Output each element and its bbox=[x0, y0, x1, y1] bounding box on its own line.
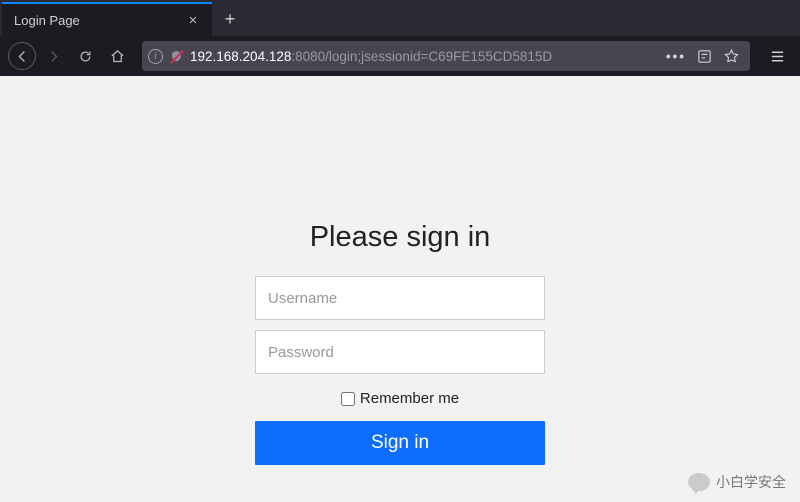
login-form: Please sign in Remember me Sign in bbox=[255, 221, 545, 502]
reload-button[interactable] bbox=[70, 41, 100, 71]
remember-me-row[interactable]: Remember me bbox=[255, 390, 545, 407]
page-content: Please sign in Remember me Sign in 小白学安全 bbox=[0, 76, 800, 502]
tab-bar: Login Page × + bbox=[0, 0, 800, 36]
username-input[interactable] bbox=[255, 276, 545, 320]
tracking-protection-icon[interactable] bbox=[169, 49, 184, 64]
page-actions-icon[interactable]: ••• bbox=[666, 49, 686, 64]
back-button[interactable] bbox=[8, 42, 36, 70]
url-path: :8080/login;jsessionid=C69FE155CD5815D bbox=[291, 49, 552, 64]
form-heading: Please sign in bbox=[255, 221, 545, 254]
forward-button[interactable] bbox=[38, 41, 68, 71]
address-bar[interactable]: i 192.168.204.128:8080/login;jsessionid=… bbox=[142, 41, 750, 71]
watermark: 小白学安全 bbox=[688, 472, 786, 492]
url-text: 192.168.204.128:8080/login;jsessionid=C6… bbox=[190, 49, 660, 64]
reader-mode-icon[interactable] bbox=[696, 48, 713, 65]
close-icon[interactable]: × bbox=[184, 11, 202, 29]
browser-toolbar: i 192.168.204.128:8080/login;jsessionid=… bbox=[0, 36, 800, 76]
tab-title: Login Page bbox=[14, 13, 176, 28]
wechat-icon bbox=[688, 473, 710, 491]
remember-me-label: Remember me bbox=[360, 390, 459, 407]
new-tab-button[interactable]: + bbox=[212, 2, 248, 36]
sign-in-button[interactable]: Sign in bbox=[255, 421, 545, 465]
remember-me-checkbox[interactable] bbox=[341, 392, 355, 406]
watermark-text: 小白学安全 bbox=[716, 472, 786, 492]
url-host: 192.168.204.128 bbox=[190, 49, 291, 64]
password-input[interactable] bbox=[255, 330, 545, 374]
home-button[interactable] bbox=[102, 41, 132, 71]
browser-chrome: Login Page × + i 192.168.204.128:8080/lo… bbox=[0, 0, 800, 76]
bookmark-star-icon[interactable] bbox=[723, 48, 740, 65]
address-bar-actions: ••• bbox=[666, 48, 744, 65]
hamburger-menu-icon[interactable] bbox=[762, 41, 792, 71]
site-info-icon[interactable]: i bbox=[148, 49, 163, 64]
browser-tab[interactable]: Login Page × bbox=[2, 2, 212, 36]
